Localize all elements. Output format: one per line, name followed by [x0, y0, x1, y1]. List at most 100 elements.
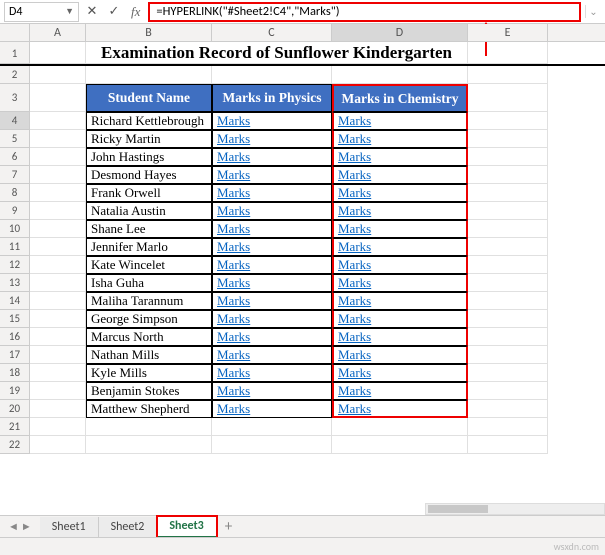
row-header[interactable]: 13 — [0, 274, 30, 292]
cell[interactable] — [212, 66, 332, 84]
marks-physics[interactable]: Marks — [212, 256, 332, 274]
header-physics[interactable]: Marks in Physics — [212, 84, 332, 112]
cell[interactable] — [468, 274, 548, 292]
marks-chemistry[interactable]: Marks — [332, 328, 468, 346]
row-header[interactable]: 21 — [0, 418, 30, 436]
hyperlink[interactable]: Marks — [338, 257, 371, 273]
cancel-icon[interactable]: ✕ — [83, 4, 101, 19]
student-name[interactable]: Kate Wincelet — [86, 256, 212, 274]
chevron-down-icon[interactable]: ▼ — [65, 6, 74, 17]
cell[interactable] — [30, 66, 86, 84]
marks-chemistry[interactable]: Marks — [332, 166, 468, 184]
cell[interactable] — [468, 130, 548, 148]
formula-bar[interactable]: =HYPERLINK("#Sheet2!C4","Marks") — [148, 2, 581, 22]
row-header[interactable]: 6 — [0, 148, 30, 166]
marks-chemistry[interactable]: Marks — [332, 148, 468, 166]
hyperlink[interactable]: Marks — [217, 149, 250, 165]
cell[interactable] — [30, 238, 86, 256]
marks-chemistry[interactable]: Marks — [332, 310, 468, 328]
nav-next-icon[interactable]: ► — [21, 520, 32, 533]
cell[interactable] — [30, 166, 86, 184]
tab-sheet1[interactable]: Sheet1 — [40, 517, 99, 537]
hyperlink[interactable]: Marks — [217, 275, 250, 291]
marks-physics[interactable]: Marks — [212, 382, 332, 400]
marks-physics[interactable]: Marks — [212, 238, 332, 256]
hyperlink[interactable]: Marks — [217, 131, 250, 147]
marks-chemistry[interactable]: Marks — [332, 364, 468, 382]
student-name[interactable]: Benjamin Stokes — [86, 382, 212, 400]
cell[interactable] — [468, 42, 548, 64]
col-header-d[interactable]: D — [332, 24, 468, 41]
cell[interactable] — [468, 328, 548, 346]
cell[interactable] — [30, 130, 86, 148]
hyperlink[interactable]: Marks — [338, 401, 371, 417]
cell[interactable] — [30, 148, 86, 166]
marks-chemistry[interactable]: Marks — [332, 202, 468, 220]
marks-chemistry[interactable]: Marks — [332, 346, 468, 364]
student-name[interactable]: Frank Orwell — [86, 184, 212, 202]
hyperlink[interactable]: Marks — [217, 401, 250, 417]
marks-chemistry[interactable]: Marks — [332, 112, 468, 130]
cell[interactable] — [468, 184, 548, 202]
cell[interactable] — [332, 418, 468, 436]
cell[interactable] — [468, 364, 548, 382]
marks-physics[interactable]: Marks — [212, 274, 332, 292]
row-header[interactable]: 3 — [0, 84, 30, 112]
cell[interactable] — [30, 256, 86, 274]
marks-physics[interactable]: Marks — [212, 202, 332, 220]
hyperlink[interactable]: Marks — [338, 167, 371, 183]
hyperlink[interactable]: Marks — [217, 239, 250, 255]
cell[interactable] — [212, 418, 332, 436]
hyperlink[interactable]: Marks — [338, 293, 371, 309]
cell[interactable] — [30, 418, 86, 436]
hyperlink[interactable]: Marks — [217, 221, 250, 237]
marks-physics[interactable]: Marks — [212, 310, 332, 328]
cell[interactable] — [468, 112, 548, 130]
row-header[interactable]: 11 — [0, 238, 30, 256]
check-icon[interactable]: ✓ — [105, 4, 123, 19]
hyperlink[interactable]: Marks — [338, 365, 371, 381]
col-header-e[interactable]: E — [468, 24, 548, 41]
cell[interactable] — [30, 292, 86, 310]
cell[interactable] — [30, 346, 86, 364]
row-header[interactable]: 19 — [0, 382, 30, 400]
cell[interactable] — [30, 382, 86, 400]
row-header[interactable]: 1 — [0, 42, 30, 64]
marks-chemistry[interactable]: Marks — [332, 130, 468, 148]
cell[interactable] — [30, 436, 86, 454]
cell[interactable] — [86, 418, 212, 436]
cell[interactable] — [332, 66, 468, 84]
cell[interactable] — [468, 202, 548, 220]
student-name[interactable]: Isha Guha — [86, 274, 212, 292]
cell[interactable] — [30, 112, 86, 130]
marks-chemistry[interactable]: Marks — [332, 256, 468, 274]
student-name[interactable]: Kyle Mills — [86, 364, 212, 382]
col-header-c[interactable]: C — [212, 24, 332, 41]
student-name[interactable]: Desmond Hayes — [86, 166, 212, 184]
student-name[interactable]: John Hastings — [86, 148, 212, 166]
hyperlink[interactable]: Marks — [217, 257, 250, 273]
cell[interactable] — [468, 238, 548, 256]
cell[interactable] — [30, 400, 86, 418]
cell[interactable] — [30, 220, 86, 238]
hyperlink[interactable]: Marks — [217, 311, 250, 327]
hyperlink[interactable]: Marks — [338, 149, 371, 165]
col-header-b[interactable]: B — [86, 24, 212, 41]
hyperlink[interactable]: Marks — [217, 293, 250, 309]
hyperlink[interactable]: Marks — [338, 113, 371, 129]
marks-chemistry[interactable]: Marks — [332, 184, 468, 202]
hyperlink[interactable]: Marks — [217, 203, 250, 219]
marks-physics[interactable]: Marks — [212, 130, 332, 148]
tab-nav[interactable]: ◄ ► — [0, 520, 40, 533]
hyperlink[interactable]: Marks — [338, 203, 371, 219]
expand-formula-icon[interactable]: ⌄ — [585, 5, 601, 18]
hyperlink[interactable]: Marks — [338, 347, 371, 363]
cell[interactable] — [30, 328, 86, 346]
cell[interactable] — [30, 202, 86, 220]
row-header[interactable]: 15 — [0, 310, 30, 328]
marks-physics[interactable]: Marks — [212, 292, 332, 310]
title-cell[interactable]: Examination Record of Sunflower Kinderga… — [86, 42, 468, 64]
hyperlink[interactable]: Marks — [338, 185, 371, 201]
student-name[interactable]: George Simpson — [86, 310, 212, 328]
cell[interactable] — [468, 292, 548, 310]
